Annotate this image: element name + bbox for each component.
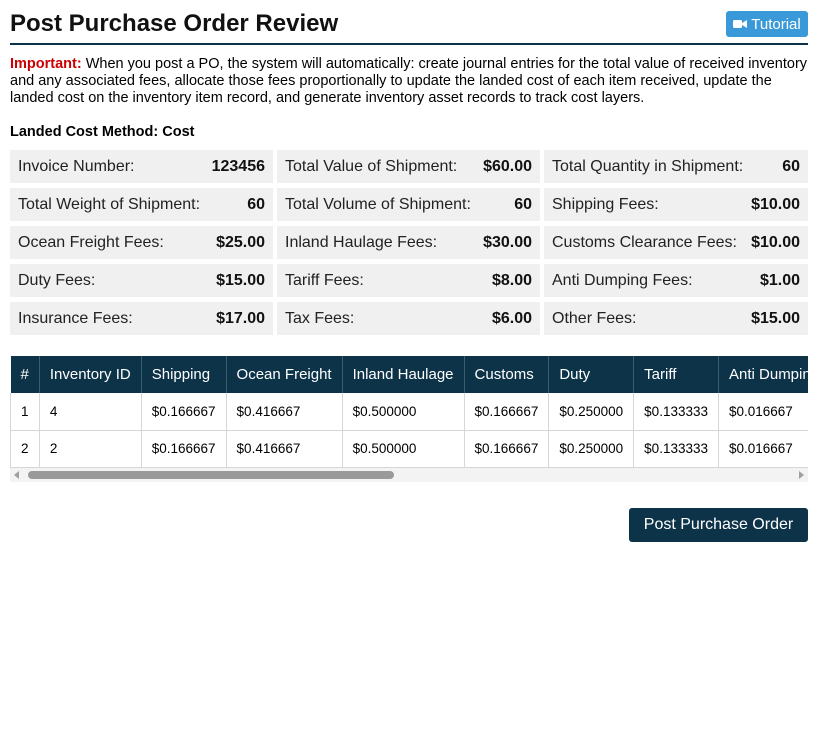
- table-body: 1 4 $0.166667 $0.416667 $0.500000 $0.166667 $0…: [10, 393, 808, 468]
- table-cell: $0.500000: [342, 430, 465, 468]
- table-cell: $0.166667: [464, 430, 550, 468]
- table-cell: $0.416667: [226, 430, 343, 468]
- scroll-right-arrow-icon[interactable]: [799, 471, 804, 479]
- summary-cell: Insurance Fees: $17.00: [10, 302, 273, 335]
- table-cell: $0.250000: [548, 393, 635, 431]
- summary-cell: Tax Fees: $6.00: [277, 302, 540, 335]
- shipment-summary-grid: Invoice Number: 123456 Total Value of Ship…: [10, 150, 808, 335]
- column-header[interactable]: #: [10, 356, 40, 393]
- video-camera-icon: [733, 19, 748, 29]
- column-header[interactable]: Ocean Freight: [226, 356, 343, 393]
- tutorial-label: Tutorial: [751, 15, 801, 33]
- summary-label: Duty Fees:: [18, 271, 96, 289]
- summary-label: Total Weight of Shipment:: [18, 195, 201, 213]
- table-cell: 4: [39, 393, 142, 431]
- summary-label: Total Quantity in Shipment:: [552, 157, 744, 175]
- summary-value: $25.00: [216, 233, 265, 251]
- column-header[interactable]: Inland Haulage: [342, 356, 465, 393]
- summary-label: Ocean Freight Fees:: [18, 233, 164, 251]
- table-header-row: # Inventory ID Shipping Ocean Freight Inland…: [10, 356, 808, 393]
- column-header[interactable]: Inventory ID: [39, 356, 142, 393]
- summary-value: $15.00: [751, 309, 800, 327]
- summary-cell: Shipping Fees: $10.00: [544, 188, 808, 221]
- table-row: 1 4 $0.166667 $0.416667 $0.500000 $0.166667 $0…: [10, 393, 808, 431]
- summary-value: $15.00: [216, 271, 265, 289]
- summary-label: Other Fees:: [552, 309, 637, 327]
- summary-label: Inland Haulage Fees:: [285, 233, 438, 251]
- summary-value: $17.00: [216, 309, 265, 327]
- notice-text: When you post a PO, the system will auto…: [10, 56, 808, 106]
- summary-cell: Duty Fees: $15.00: [10, 264, 273, 297]
- summary-value: 60: [782, 157, 800, 175]
- summary-cell: Ocean Freight Fees: $25.00: [10, 226, 273, 259]
- summary-value: $1.00: [759, 271, 800, 289]
- summary-cell: Customs Clearance Fees: $10.00: [544, 226, 808, 259]
- cost-allocation-table: # Inventory ID Shipping Ocean Freight Inland…: [10, 356, 808, 468]
- column-header[interactable]: Shipping: [141, 356, 227, 393]
- table-cell: $0.166667: [141, 430, 227, 468]
- table-cell: $0.133333: [633, 393, 719, 431]
- summary-label: Customs Clearance Fees:: [552, 233, 737, 251]
- summary-label: Tax Fees:: [285, 309, 355, 327]
- table-cell: 2: [39, 430, 142, 468]
- summary-value: 60: [247, 195, 265, 213]
- post-purchase-order-button[interactable]: Post Purchase Order: [629, 508, 808, 542]
- summary-cell: Total Value of Shipment: $60.00: [277, 150, 540, 183]
- summary-cell: Tariff Fees: $8.00: [277, 264, 540, 297]
- table-cell: $0.016667: [718, 393, 808, 431]
- table-cell: 1: [10, 393, 40, 431]
- summary-value: 60: [514, 195, 532, 213]
- summary-cell: Other Fees: $15.00: [544, 302, 808, 335]
- column-header[interactable]: Tariff: [633, 356, 719, 393]
- summary-value: $6.00: [491, 309, 532, 327]
- scroll-left-arrow-icon[interactable]: [14, 471, 19, 479]
- tutorial-button[interactable]: Tutorial: [726, 11, 808, 37]
- summary-label: Total Volume of Shipment:: [285, 195, 471, 213]
- summary-label: Shipping Fees:: [552, 195, 659, 213]
- summary-value: $8.00: [491, 271, 532, 289]
- post-po-review-page: Post Purchase Order Review Tutorial Impo…: [0, 0, 818, 730]
- column-header[interactable]: Customs: [464, 356, 550, 393]
- important-notice: Important: When you post a PO, the syste…: [10, 56, 808, 107]
- summary-label: Total Value of Shipment:: [285, 157, 458, 175]
- scrollbar-thumb[interactable]: [28, 471, 394, 479]
- table-cell: $0.166667: [141, 393, 227, 431]
- summary-value: 123456: [211, 157, 265, 175]
- page-title: Post Purchase Order Review: [10, 10, 339, 37]
- table-cell: 2: [10, 430, 40, 468]
- summary-cell: Invoice Number: 123456: [10, 150, 273, 183]
- summary-cell: Total Volume of Shipment: 60: [277, 188, 540, 221]
- summary-label: Tariff Fees:: [285, 271, 364, 289]
- summary-cell: Total Quantity in Shipment: 60: [544, 150, 808, 183]
- summary-value: $10.00: [751, 233, 800, 251]
- summary-label: Invoice Number:: [18, 157, 135, 175]
- summary-value: $10.00: [751, 195, 800, 213]
- summary-label: Anti Dumping Fees:: [552, 271, 693, 289]
- summary-value: $30.00: [483, 233, 532, 251]
- landed-cost-method: Landed Cost Method: Cost: [10, 124, 195, 140]
- page-header: Post Purchase Order Review Tutorial: [10, 8, 808, 45]
- summary-label: Insurance Fees:: [18, 309, 133, 327]
- summary-cell: Anti Dumping Fees: $1.00: [544, 264, 808, 297]
- summary-cell: Inland Haulage Fees: $30.00: [277, 226, 540, 259]
- table-cell: $0.416667: [226, 393, 343, 431]
- table-row: 2 2 $0.166667 $0.416667 $0.500000 $0.166667 $0…: [10, 430, 808, 468]
- summary-value: $60.00: [483, 157, 532, 175]
- summary-cell: Total Weight of Shipment: 60: [10, 188, 273, 221]
- horizontal-scrollbar[interactable]: [10, 468, 808, 482]
- important-label: Important:: [10, 56, 82, 72]
- column-header[interactable]: Anti Dumping: [718, 356, 808, 393]
- column-header[interactable]: Duty: [548, 356, 635, 393]
- table-cell: $0.500000: [342, 393, 465, 431]
- table-cell: $0.133333: [633, 430, 719, 468]
- table-cell: $0.166667: [464, 393, 550, 431]
- cost-allocation-table-wrapper[interactable]: # Inventory ID Shipping Ocean Freight Inland…: [10, 356, 808, 484]
- table-cell: $0.016667: [718, 430, 808, 468]
- table-cell: $0.250000: [548, 430, 635, 468]
